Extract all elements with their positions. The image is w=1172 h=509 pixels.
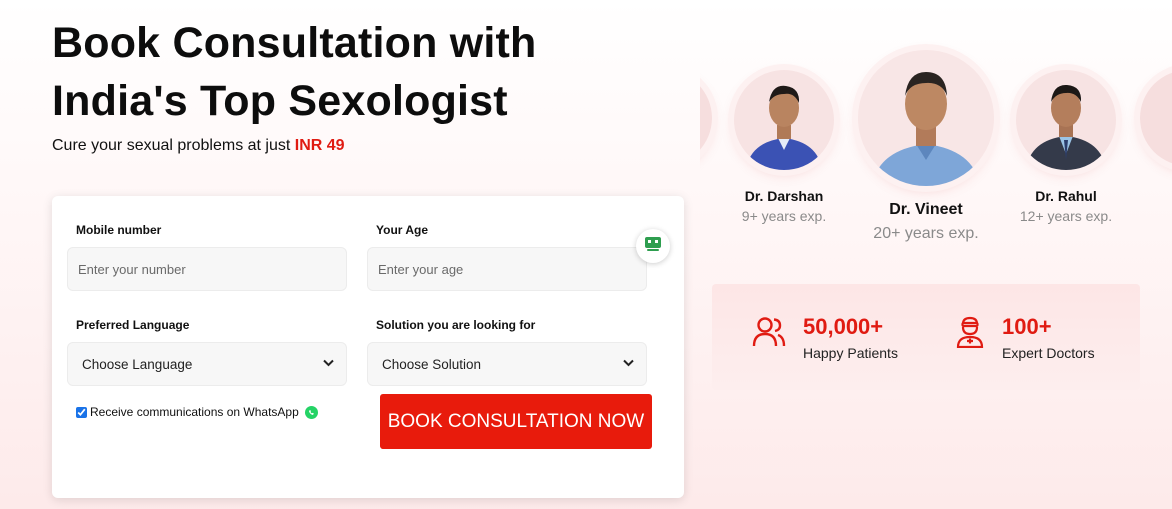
doctor-experience: 12+ years exp. (1019, 208, 1113, 224)
mobile-label: Mobile number (76, 223, 162, 237)
solution-select-value: Choose Solution (382, 356, 482, 372)
doctor-experience: 9+ years exp. (741, 208, 827, 224)
stat-value: 50,000+ (803, 314, 884, 339)
solution-select[interactable]: Choose Solution (367, 342, 647, 386)
price-highlight: INR 49 (294, 137, 345, 154)
doctor-avatar-vineet (858, 50, 994, 186)
book-consultation-button[interactable]: BOOK CONSULTATION NOW (380, 394, 652, 449)
doctor-name: Dr. Rahul (1035, 188, 1097, 204)
title-line-1: Book Consultation with (52, 19, 537, 67)
language-select[interactable]: Choose Language (67, 342, 347, 386)
doctor-name: Dr. Vineet (889, 201, 963, 218)
chevron-down-icon (323, 358, 334, 370)
title-line-2: India's Top Sexologist (52, 77, 508, 125)
users-icon (752, 316, 786, 353)
doctor-icon (956, 316, 984, 353)
whatsapp-optin: Receive communications on WhatsApp (76, 405, 318, 419)
consultation-form: Mobile number Your Age Preferred Languag… (52, 196, 684, 498)
stats-panel: 50,000+ Happy Patients 100+ Expert Docto… (712, 284, 1140, 390)
doctor-avatar-darshan (734, 70, 834, 170)
solution-label: Solution you are looking for (376, 318, 536, 332)
age-input[interactable] (367, 247, 647, 291)
stat-value: 100+ (1002, 314, 1052, 339)
doctor-name: Dr. Darshan (744, 188, 824, 204)
age-label: Your Age (376, 223, 429, 237)
doctor-experience: 20+ years exp. (873, 225, 979, 242)
stat-label: Happy Patients (803, 345, 898, 361)
chat-widget-button[interactable] (636, 229, 670, 263)
doctor-avatar-partial (1140, 70, 1172, 166)
language-select-value: Choose Language (82, 356, 193, 372)
page-title: Book Consultation with India's Top Sexol… (52, 14, 537, 130)
language-label: Preferred Language (76, 318, 190, 332)
whatsapp-checkbox[interactable] (76, 406, 87, 418)
stat-label: Expert Doctors (1002, 345, 1095, 361)
subtitle-text: Cure your sexual problems at just (52, 137, 295, 154)
chevron-down-icon (623, 358, 634, 370)
whatsapp-icon (304, 405, 318, 419)
booking-section: Book Consultation with India's Top Sexol… (0, 0, 700, 509)
whatsapp-label: Receive communications on WhatsApp (90, 405, 299, 419)
hero-subtitle: Cure your sexual problems at just INR 49 (52, 137, 345, 155)
mobile-input[interactable] (67, 247, 347, 291)
doctor-avatar-partial (700, 70, 712, 166)
chat-bot-icon (644, 236, 662, 257)
doctors-section: Dr. Darshan 9+ years exp. Dr. Vineet 20+… (700, 0, 1172, 509)
doctor-avatar-rahul (1016, 70, 1116, 170)
